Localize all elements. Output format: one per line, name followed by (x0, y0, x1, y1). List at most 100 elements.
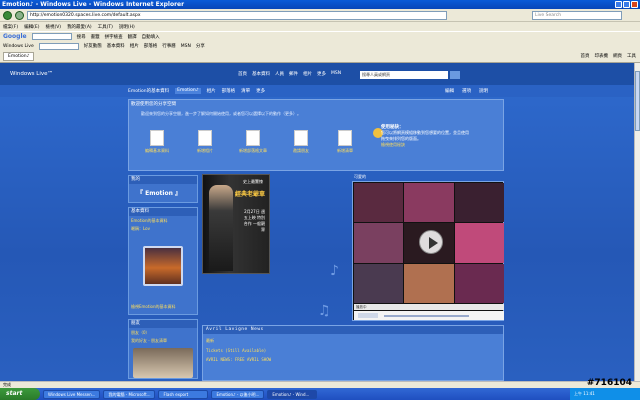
people-icon (294, 130, 308, 146)
friends-module: 朋友 朋友（0） 我的好友 - 朋友清單 (128, 319, 198, 379)
options-link[interactable]: 選項 (462, 88, 471, 94)
minimize-button[interactable] (615, 1, 622, 8)
tools-button[interactable]: 工具 (627, 53, 636, 59)
video-player[interactable]: 播放中 (352, 181, 504, 321)
menubar: 檔案(F) 編輯(E) 檢視(V) 我的最愛(A) 工具(T) 說明(H) (0, 22, 640, 31)
wl-nav-item[interactable]: MSN (331, 71, 341, 77)
player-buttons[interactable] (358, 313, 378, 318)
wl-nav-item[interactable]: 首頁 (238, 71, 247, 77)
tips-link[interactable]: 檢視使用秘訣 (381, 142, 405, 147)
wl-nav-item[interactable]: 更多 (317, 71, 326, 77)
news-item[interactable]: 最新 (203, 338, 503, 344)
tab-bar: Emotion♪ 首頁 印表機 網頁 工具 (0, 51, 640, 63)
video-thumb (454, 263, 504, 303)
google-item[interactable]: 自動填入 (142, 34, 160, 40)
live-item[interactable]: 行事曆 (162, 43, 176, 49)
wl-nav-item[interactable]: 基本資料 (252, 71, 270, 77)
tab-lists[interactable]: 清單 (241, 88, 250, 94)
menu-help[interactable]: 說明(H) (119, 24, 135, 30)
wl-search-input[interactable]: 搜尋人員或網頁 (360, 71, 448, 79)
live-item[interactable]: 基本資料 (107, 43, 125, 49)
live-toolbar-input[interactable] (38, 42, 79, 50)
system-tray-clock: 上午 11:41 (570, 388, 640, 400)
video-label: 可愛的 (354, 174, 366, 179)
live-item[interactable]: 相片 (130, 43, 139, 49)
wl-nav-item[interactable]: 郵件 (289, 71, 298, 77)
add-blog-action[interactable]: 新增部落格文章 (233, 130, 273, 154)
friends-count[interactable]: 朋友（0） (129, 330, 197, 336)
player-info-bar: 播放中 (354, 304, 504, 310)
windows-live-logo[interactable]: Windows Live™ (10, 71, 53, 77)
news-item[interactable]: Tickets (Still Available) (203, 348, 503, 353)
wl-nav-item[interactable]: 人員 (275, 71, 284, 77)
tab-blog[interactable]: 部落格 (222, 88, 236, 94)
help-link[interactable]: 說明 (479, 88, 488, 94)
photo-icon (198, 130, 212, 146)
view-profile-link[interactable]: 檢視Emotion的基本資料 (131, 304, 176, 310)
tab-photos[interactable]: 相片 (207, 88, 216, 94)
poster-tagline: 史上最驚悚 (243, 179, 263, 184)
invite-friends-action[interactable]: 邀請朋友 (281, 130, 321, 154)
url-input[interactable]: http://emotion0320.spaces.live.com/defau… (27, 10, 447, 20)
start-button[interactable]: start (0, 388, 40, 400)
add-list-action[interactable]: 新增清單 (325, 130, 365, 154)
maximize-button[interactable] (623, 1, 630, 8)
scrollbar-thumb[interactable] (635, 71, 640, 131)
tab-more[interactable]: 更多 (256, 88, 265, 94)
command-bar: 首頁 印表機 網頁 工具 (581, 53, 637, 59)
forward-button[interactable] (15, 10, 24, 20)
menu-edit[interactable]: 編輯(E) (24, 24, 39, 30)
profile-photo[interactable] (143, 246, 183, 286)
seek-bar[interactable] (384, 315, 469, 317)
menu-favorites[interactable]: 我的最愛(A) (67, 24, 92, 30)
player-controls (354, 311, 504, 320)
live-item[interactable]: 分享 (196, 43, 205, 49)
live-item[interactable]: 好友動態 (84, 43, 102, 49)
welcome-text: 歡迎來到您的分享空間，進一步了解如何開始使用，或者您可以選擇以下的動作（更多）。 (141, 111, 301, 116)
tab-space[interactable]: Emotion♪ (175, 88, 201, 94)
left-column: 我的 『 Emotion 』 基本資料 Emotion的基本資料 暱稱：Lov … (128, 175, 198, 381)
tab-profile[interactable]: Emotion的基本資料 (128, 88, 169, 94)
taskbar-button[interactable]: Flash export (158, 389, 209, 399)
taskbar-button[interactable]: Emotion♪ - 以後小明... (211, 389, 265, 399)
edit-profile-action[interactable]: 編輯基本資料 (137, 130, 177, 154)
wl-nav-item[interactable]: 相片 (303, 71, 312, 77)
search-icon[interactable] (450, 71, 460, 79)
taskbar-button[interactable]: Windows Live Messen... (43, 389, 101, 399)
menu-file[interactable]: 檔案(F) (3, 24, 18, 30)
video-thumb (354, 263, 404, 303)
movie-poster[interactable]: 史上最驚悚 經典老爺車 2月27日 週五上映 特別合作 一般觀眾 (202, 174, 270, 274)
taskbar-button-active[interactable]: Emotion♪ - Wind... (267, 389, 318, 399)
live-item[interactable]: MSN (181, 44, 191, 49)
page-content: Windows Live™ 首頁 基本資料 人員 郵件 相片 更多 MSN 搜尋… (0, 63, 634, 381)
friend-photo[interactable] (133, 348, 193, 378)
tab-emotion[interactable]: Emotion♪ (3, 52, 35, 61)
news-item[interactable]: AVRIL NEWS: FREE AVRIL SHOW (203, 357, 503, 362)
print-button[interactable]: 印表機 (595, 53, 609, 59)
document-icon (150, 130, 164, 146)
poster-figure (209, 185, 233, 271)
welcome-title: 歡迎使用您的分享空間 (131, 102, 176, 107)
add-photos-action[interactable]: 新增相片 (185, 130, 225, 154)
space-title: 『 Emotion 』 (137, 190, 181, 197)
google-search-input[interactable] (31, 33, 72, 40)
friends-list-link[interactable]: 我的好友 - 朋友清單 (129, 338, 197, 344)
google-item[interactable]: 書籤 (91, 34, 100, 40)
profile-link[interactable]: Emotion的基本資料 (129, 218, 197, 224)
live-search-input[interactable]: Live Search (532, 11, 622, 20)
google-item[interactable]: 拼字檢查 (105, 34, 123, 40)
live-item[interactable]: 部落格 (144, 43, 158, 49)
google-item[interactable]: 翻譯 (128, 34, 137, 40)
page-button[interactable]: 網頁 (613, 53, 622, 59)
google-item[interactable]: 搜尋 (77, 34, 86, 40)
edit-link[interactable]: 編輯 (445, 88, 454, 94)
play-icon[interactable] (419, 230, 443, 254)
home-button[interactable]: 首頁 (581, 53, 590, 59)
taskbar-button[interactable]: 我的電腦 - Microsoft... (103, 389, 156, 399)
close-button[interactable] (631, 1, 638, 8)
vertical-scrollbar[interactable] (634, 63, 640, 381)
menu-view[interactable]: 檢視(V) (45, 24, 61, 30)
video-thumb (454, 223, 504, 263)
menu-tools[interactable]: 工具(T) (98, 24, 113, 30)
back-button[interactable] (3, 10, 12, 20)
